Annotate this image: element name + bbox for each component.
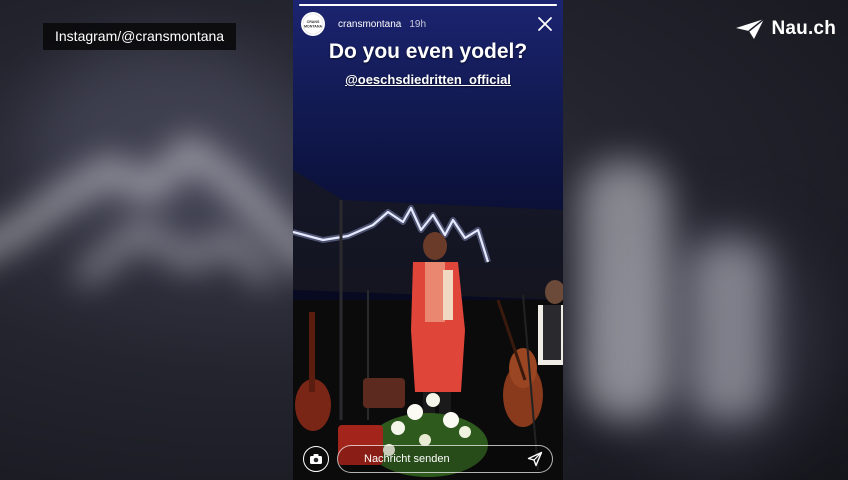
brand-name: Nau.ch [771,18,836,39]
avatar-text-2: MONTANA [304,25,323,29]
story-caption: Do you even yodel? [328,40,528,63]
message-input[interactable]: Nachricht senden [337,445,553,473]
brand-logo: Nau.ch [735,17,836,41]
instagram-story[interactable]: CRANS MONTANA cransmontana 19h Do you ev… [293,0,563,480]
source-label: Instagram/@cransmontana [43,23,237,50]
camera-button[interactable] [303,446,329,472]
close-button[interactable] [535,14,555,34]
paper-plane-icon [736,18,765,39]
blurred-performer-graphic [580,160,770,420]
story-username[interactable]: cransmontana [338,19,401,30]
mention-link[interactable]: @oeschsdiedritten_official [293,72,563,87]
send-button[interactable] [523,447,547,471]
crans-montana-logo: CRANS MONTANA [302,13,324,35]
send-icon [527,451,543,467]
story-progress-fill [299,4,557,6]
close-icon [538,17,552,31]
profile-avatar[interactable]: CRANS MONTANA [301,12,325,36]
camera-icon [310,454,322,464]
story-progress-bar [299,4,557,6]
story-time: 19h [409,18,427,30]
reply-bar: Nachricht senden [303,444,553,474]
blurred-mountain-graphic [0,137,320,288]
avatar-text-1: CRANS [307,20,320,24]
story-header: CRANS MONTANA cransmontana 19h [301,12,555,36]
